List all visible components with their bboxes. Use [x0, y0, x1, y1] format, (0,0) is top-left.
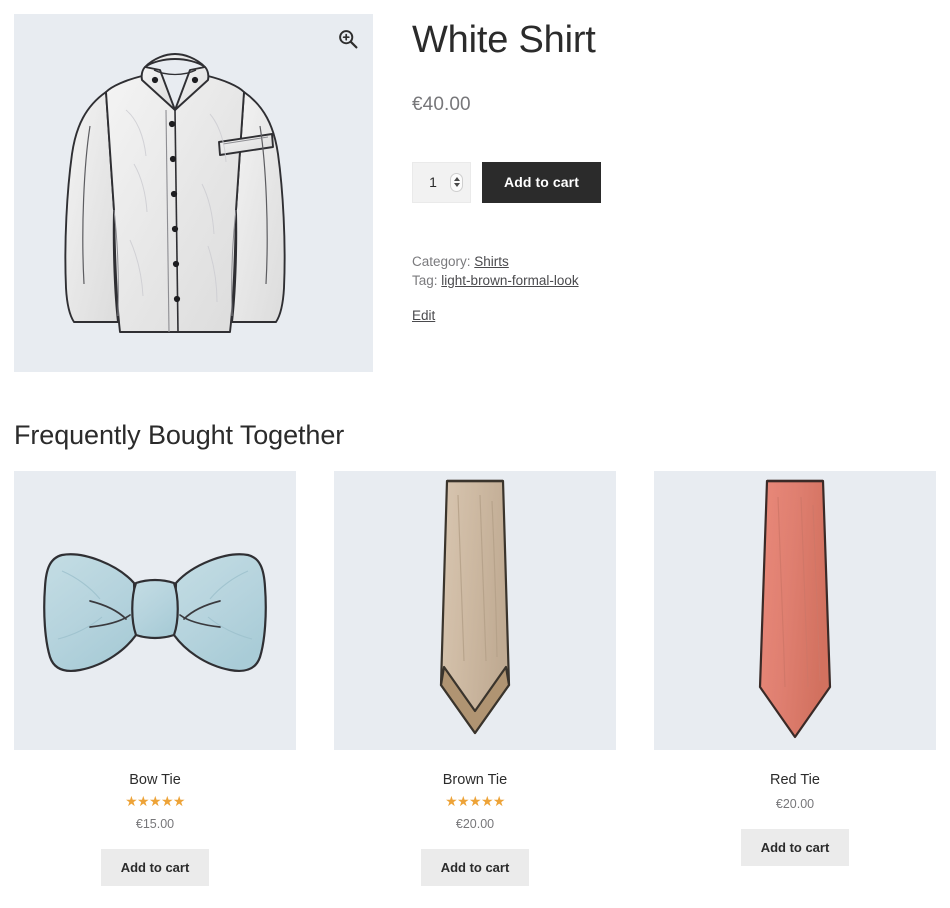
quantity-spinner[interactable] — [450, 172, 463, 192]
red-tie-illustration — [758, 479, 832, 739]
category-link[interactable]: Shirts — [474, 254, 509, 269]
product-card-title[interactable]: Red Tie — [770, 750, 820, 788]
product-title: White Shirt — [412, 19, 596, 61]
product-tag-row: Tag: light-brown-formal-look — [412, 271, 932, 290]
product-category-row: Category: Shirts — [412, 252, 932, 271]
product-price: €40.00 — [412, 93, 471, 115]
star-rating-icon: ★★★★★ — [445, 793, 505, 809]
star-rating-icon: ★★★★★ — [125, 793, 185, 809]
product-card-title[interactable]: Brown Tie — [443, 750, 507, 788]
product-card-red-tie: Red Tie €20.00 Add to cart — [654, 471, 936, 886]
frequently-bought-together-grid: Bow Tie ★★★★★ €15.00 Add to cart Brown T… — [14, 471, 936, 886]
brown-tie-illustration — [439, 479, 511, 735]
quantity-stepper[interactable] — [412, 161, 471, 203]
card-add-to-cart-button[interactable]: Add to cart — [740, 829, 850, 866]
card-add-to-cart-button[interactable]: Add to cart — [100, 849, 210, 886]
category-label: Category: — [412, 253, 471, 269]
card-add-to-cart-button[interactable]: Add to cart — [420, 849, 530, 886]
zoom-magnifier-icon[interactable] — [337, 28, 359, 50]
spinner-up-icon[interactable] — [453, 177, 460, 182]
spinner-down-icon[interactable] — [453, 183, 460, 188]
add-to-cart-button[interactable]: Add to cart — [482, 161, 601, 203]
add-to-cart-form: Add to cart — [412, 116, 932, 203]
product-gallery[interactable] — [14, 14, 373, 372]
bow-tie-illustration — [43, 553, 267, 673]
product-thumbnail-red-tie[interactable] — [654, 471, 936, 750]
product-thumbnail-brown-tie[interactable] — [334, 471, 616, 750]
product-thumbnail-bow-tie[interactable] — [14, 471, 296, 750]
tag-label: Tag: — [412, 272, 438, 288]
product-card-price: €15.00 — [135, 817, 175, 831]
product-summary: White Shirt €40.00 Add to cart Category:… — [412, 0, 932, 325]
product-card-brown-tie: Brown Tie ★★★★★ €20.00 Add to cart — [334, 471, 616, 886]
edit-product-link[interactable]: Edit — [412, 290, 435, 325]
product-card-price: €20.00 — [455, 817, 495, 831]
product-card-price: €20.00 — [775, 797, 815, 811]
tag-link[interactable]: light-brown-formal-look — [441, 273, 578, 288]
frequently-bought-together-heading: Frequently Bought Together — [14, 420, 345, 450]
product-meta: Category: Shirts Tag: light-brown-formal… — [412, 203, 932, 325]
product-page: White Shirt €40.00 Add to cart Category:… — [0, 0, 950, 908]
product-card-bow-tie: Bow Tie ★★★★★ €15.00 Add to cart — [14, 471, 296, 886]
quantity-input[interactable] — [416, 174, 450, 191]
product-card-title[interactable]: Bow Tie — [129, 750, 181, 788]
product-image-white-shirt[interactable] — [14, 14, 373, 372]
